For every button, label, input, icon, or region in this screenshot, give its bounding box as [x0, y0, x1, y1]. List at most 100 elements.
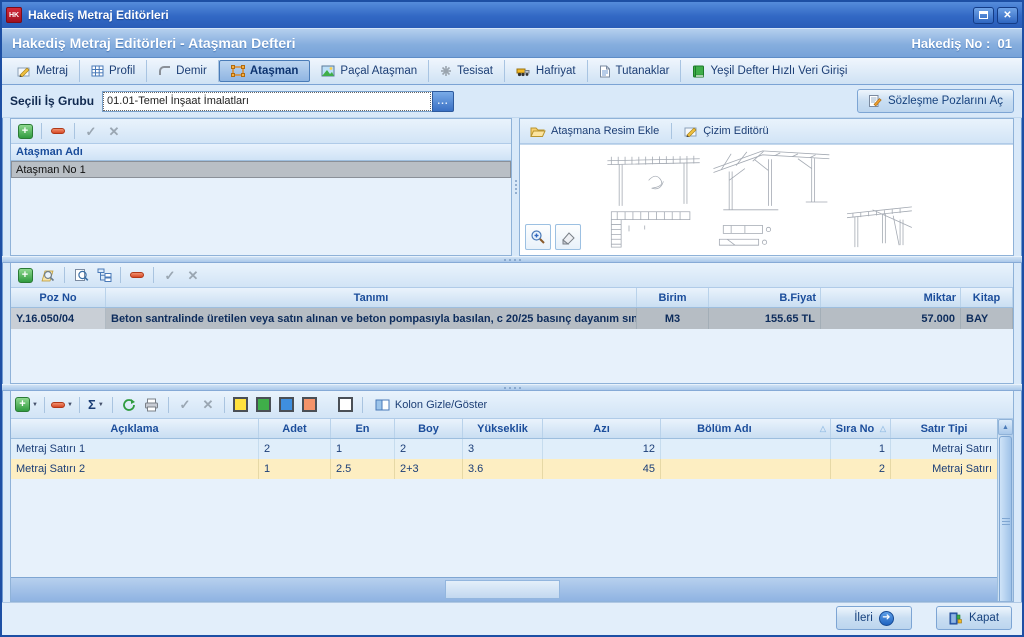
color-blue-button[interactable] [277, 395, 297, 415]
cell-miktar[interactable]: 57.000 [821, 308, 961, 329]
scroll-up-button[interactable]: ▲ [998, 419, 1013, 435]
horizontal-splitter-top[interactable] [2, 256, 1022, 263]
open-contract-positions-button[interactable]: Sözleşme Pozlarını Aç [857, 89, 1014, 113]
remove-atasman-button[interactable] [48, 121, 68, 141]
cell-en[interactable]: 2.5 [331, 459, 395, 479]
next-button[interactable]: İleri ➜ [836, 606, 912, 630]
poz-table-row[interactable]: Y.16.050/04 Beton santralinde üretilen v… [11, 308, 1013, 329]
print-button[interactable] [142, 395, 162, 415]
workgroup-value[interactable]: 01.01-Temel İnşaat İmalatları [102, 91, 432, 112]
preview-poz-button[interactable] [71, 265, 91, 285]
cancel-button[interactable]: ✕ [104, 121, 124, 141]
hscroll-track[interactable] [560, 578, 997, 601]
tab-tesisat[interactable]: Tesisat [429, 60, 505, 82]
tab-pacal-atasman[interactable]: Paçal Ataşman [310, 60, 429, 82]
cell-sira-no[interactable]: 1 [831, 439, 891, 459]
cell-poz-no[interactable]: Y.16.050/04 [11, 308, 106, 329]
col-yukseklik[interactable]: Yükseklik [463, 419, 543, 438]
cancel-metraj-button[interactable]: ✕ [198, 395, 218, 415]
col-kitap[interactable]: Kitap [961, 288, 1013, 307]
metraj-row-1[interactable]: Metraj Satırı 1 2 1 2 3 12 1 Metraj Satı… [11, 439, 997, 459]
apply-button[interactable]: ✓ [81, 121, 101, 141]
cell-azi[interactable]: 45 [543, 459, 661, 479]
cell-birim[interactable]: M3 [637, 308, 709, 329]
cell-satir-tipi[interactable]: Metraj Satırı [891, 459, 997, 479]
apply-metraj-button[interactable]: ✓ [175, 395, 195, 415]
add-atasman-button[interactable]: + [15, 121, 35, 141]
horizontal-scrollbar[interactable] [11, 577, 997, 601]
zoom-image-button[interactable] [525, 224, 551, 250]
remove-poz-button[interactable] [127, 265, 147, 285]
cell-sira-no[interactable]: 2 [831, 459, 891, 479]
maximize-button[interactable] [973, 7, 994, 24]
cell-boy[interactable]: 2 [395, 439, 463, 459]
color-green-button[interactable] [254, 395, 274, 415]
close-button[interactable]: ✕ [997, 7, 1018, 24]
col-en[interactable]: En [331, 419, 395, 438]
titlebar[interactable]: HK Hakediş Metraj Editörleri ✕ [2, 2, 1022, 28]
tab-atasman[interactable]: Ataşman [219, 60, 311, 82]
cell-aciklama[interactable]: Metraj Satırı 1 [11, 439, 259, 459]
add-metraj-button[interactable]: +▼ [15, 395, 38, 415]
cell-satir-tipi[interactable]: Metraj Satırı [891, 439, 997, 459]
cell-aciklama[interactable]: Metraj Satırı 2 [11, 459, 259, 479]
tab-metraj[interactable]: Metraj [6, 60, 80, 82]
tab-hafriyat[interactable]: Hafriyat [505, 60, 588, 82]
tab-demir[interactable]: Demir [147, 60, 219, 82]
tab-yesil-defter[interactable]: Yeşil Defter Hızlı Veri Girişi [681, 60, 858, 82]
metraj-row-2[interactable]: Metraj Satırı 2 1 2.5 2+3 3.6 45 2 Metra… [11, 459, 997, 479]
apply-poz-button[interactable]: ✓ [160, 265, 180, 285]
atasman-list-body[interactable] [11, 178, 511, 255]
refresh-button[interactable] [119, 395, 139, 415]
cell-boy[interactable]: 2+3 [395, 459, 463, 479]
vertical-scrollbar[interactable]: ▲ ▼ [997, 419, 1013, 601]
atasman-list-row[interactable]: Ataşman No 1 [11, 161, 511, 178]
cell-yukseklik[interactable]: 3 [463, 439, 543, 459]
col-miktar[interactable]: Miktar [821, 288, 961, 307]
cell-tanimi[interactable]: Beton santralinde üretilen veya satın al… [106, 308, 637, 329]
cell-adet[interactable]: 2 [259, 439, 331, 459]
col-birim[interactable]: Birim [637, 288, 709, 307]
col-azi[interactable]: Azı [543, 419, 661, 438]
vertical-splitter[interactable] [512, 118, 519, 256]
add-poz-button[interactable]: + [15, 265, 35, 285]
cell-yukseklik[interactable]: 3.6 [463, 459, 543, 479]
color-orange-button[interactable] [300, 395, 320, 415]
col-tanimi[interactable]: Tanımı [106, 288, 637, 307]
cell-kitap[interactable]: BAY [961, 308, 1013, 329]
add-image-button[interactable]: Ataşmana Resim Ekle [524, 125, 665, 138]
color-yellow-button[interactable] [231, 395, 251, 415]
browse-poz-button[interactable] [38, 265, 58, 285]
workgroup-browse-button[interactable]: ... [432, 91, 454, 112]
hscroll-track[interactable] [11, 578, 445, 601]
close-dialog-button[interactable]: Kapat [936, 606, 1012, 630]
cell-bolum-adi[interactable] [661, 459, 831, 479]
cell-adet[interactable]: 1 [259, 459, 331, 479]
cell-azi[interactable]: 12 [543, 439, 661, 459]
cell-bolum-adi[interactable] [661, 439, 831, 459]
col-aciklama[interactable]: Açıklama [11, 419, 259, 438]
col-sira-no[interactable]: Sıra No△ [831, 419, 891, 438]
cancel-poz-button[interactable]: ✕ [183, 265, 203, 285]
poz-tree-button[interactable] [94, 265, 114, 285]
col-adet[interactable]: Adet [259, 419, 331, 438]
vscroll-thumb[interactable] [999, 436, 1012, 601]
col-satir-tipi[interactable]: Satır Tipi [891, 419, 997, 438]
atasman-list-header[interactable]: Ataşman Adı [11, 144, 511, 161]
color-white-button[interactable] [336, 395, 356, 415]
erase-image-button[interactable] [555, 224, 581, 250]
col-bolum-adi[interactable]: Bölüm Adı△ [661, 419, 831, 438]
cell-bfiyat[interactable]: 155.65 TL [709, 308, 821, 329]
column-toggle-button[interactable]: Kolon Gizle/Göster [369, 399, 493, 411]
horizontal-splitter-bottom[interactable] [2, 384, 1022, 391]
col-boy[interactable]: Boy [395, 419, 463, 438]
col-poz-no[interactable]: Poz No [11, 288, 106, 307]
workgroup-combobox[interactable]: 01.01-Temel İnşaat İmalatları ... [102, 91, 454, 112]
remove-metraj-button[interactable]: ▼ [51, 395, 73, 415]
hscroll-thumb[interactable] [445, 580, 560, 599]
tab-tutanaklar[interactable]: Tutanaklar [588, 60, 682, 82]
draw-editor-button[interactable]: Çizim Editörü [678, 125, 774, 137]
sum-button[interactable]: Σ▼ [86, 395, 106, 415]
cell-en[interactable]: 1 [331, 439, 395, 459]
tab-profil[interactable]: Profil [80, 60, 147, 82]
